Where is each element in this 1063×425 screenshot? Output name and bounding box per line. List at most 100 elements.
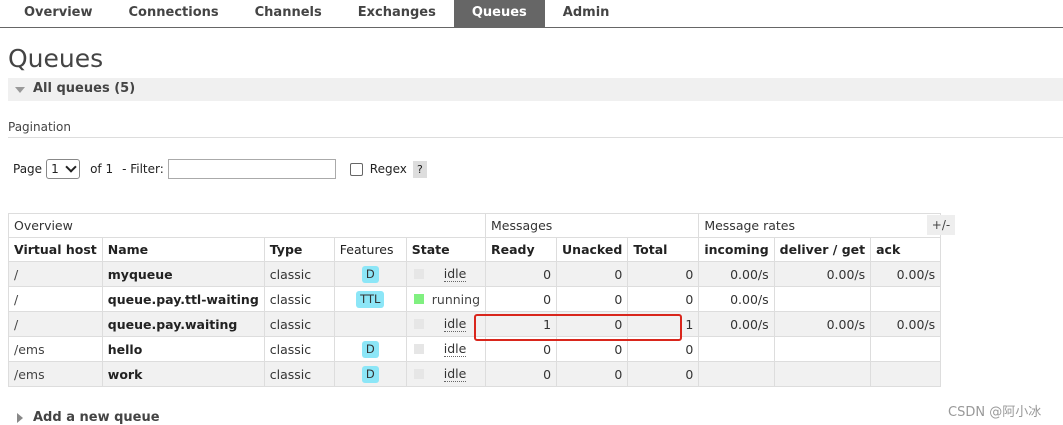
cell-incoming: 0.00/s bbox=[698, 261, 775, 287]
triangle-down-icon bbox=[15, 87, 25, 93]
state-indicator-icon bbox=[413, 319, 424, 329]
feature-badge: TTL bbox=[356, 290, 385, 308]
add-queue-label: Add a new queue bbox=[33, 410, 160, 425]
cell-incoming bbox=[698, 336, 775, 362]
cell-incoming: 0.00/s bbox=[698, 311, 775, 337]
pagination-label: Pagination bbox=[8, 120, 71, 134]
page-select[interactable]: 1 bbox=[46, 159, 81, 179]
cell-unacked: 0 bbox=[556, 361, 629, 387]
queue-name-link[interactable]: queue.pay.waiting bbox=[101, 311, 265, 337]
cell-unacked: 0 bbox=[556, 286, 629, 312]
cell-state: idle bbox=[405, 261, 487, 287]
queue-name-link[interactable]: work bbox=[101, 361, 265, 387]
cell-deliver-get: 0.00/s bbox=[773, 311, 872, 337]
regex-help-button[interactable]: ? bbox=[412, 160, 427, 178]
chevron-down-icon bbox=[65, 161, 77, 173]
page-title: Queues bbox=[8, 44, 104, 73]
cell-total: 0 bbox=[627, 286, 700, 312]
cell-ready: 0 bbox=[485, 286, 558, 312]
state-indicator-icon bbox=[413, 369, 424, 379]
queues-table: Overview Messages Message rates Virtual … bbox=[7, 213, 942, 387]
cell-features: D bbox=[333, 261, 407, 287]
page-label: Page bbox=[13, 162, 43, 176]
cell-deliver-get bbox=[773, 286, 872, 312]
filter-label: - Filter: bbox=[122, 162, 164, 176]
table-row: / myqueue classic D idle 0 0 0 0.00/s 0.… bbox=[8, 261, 942, 287]
tab-overview[interactable]: Overview bbox=[0, 0, 111, 27]
cell-incoming: 0.00/s bbox=[698, 286, 775, 312]
nav-divider bbox=[0, 27, 1063, 28]
pagination-controls: Page 1 of 1 - Filter: Regex ? bbox=[13, 157, 427, 181]
col-features: Features bbox=[333, 237, 407, 262]
col-ready[interactable]: Ready bbox=[485, 237, 558, 262]
col-incoming[interactable]: incoming bbox=[698, 237, 775, 262]
cell-type: classic bbox=[263, 286, 335, 312]
cell-type: classic bbox=[263, 361, 335, 387]
cell-total: 0 bbox=[627, 261, 700, 287]
col-name[interactable]: Name bbox=[101, 237, 265, 262]
cell-features: D bbox=[333, 336, 407, 362]
cell-vhost: / bbox=[8, 286, 103, 312]
add-queue-toggle[interactable]: Add a new queue bbox=[17, 410, 160, 425]
cell-ack bbox=[870, 361, 942, 387]
cell-ack: 0.00/s bbox=[870, 311, 942, 337]
col-type[interactable]: Type bbox=[263, 237, 335, 262]
col-total[interactable]: Total bbox=[627, 237, 700, 262]
cell-total: 0 bbox=[627, 361, 700, 387]
triangle-right-icon bbox=[17, 412, 23, 423]
top-nav: Overview Connections Channels Exchanges … bbox=[0, 0, 627, 27]
all-queues-section-toggle[interactable]: All queues (5) bbox=[8, 78, 1063, 101]
filter-input[interactable] bbox=[167, 159, 336, 179]
tab-admin[interactable]: Admin bbox=[545, 0, 628, 27]
cell-ready: 0 bbox=[485, 261, 558, 287]
cell-ready: 0 bbox=[485, 361, 558, 387]
col-deliver-get[interactable]: deliver / get bbox=[773, 237, 872, 262]
table-row: /ems work classic D idle 0 0 0 bbox=[8, 361, 942, 387]
table-row: / queue.pay.ttl-waiting classic TTL runn… bbox=[8, 286, 942, 312]
cell-features: D bbox=[333, 361, 407, 387]
cell-features bbox=[333, 311, 407, 337]
section-title: All queues (5) bbox=[33, 81, 136, 96]
queue-name-link[interactable]: queue.pay.ttl-waiting bbox=[101, 286, 265, 312]
queue-name-link[interactable]: myqueue bbox=[101, 261, 265, 287]
cell-state: idle bbox=[405, 336, 487, 362]
tab-queues[interactable]: Queues bbox=[453, 0, 545, 27]
queue-name-link[interactable]: hello bbox=[101, 336, 265, 362]
col-virtual-host[interactable]: Virtual host bbox=[8, 237, 103, 262]
state-text: idle bbox=[443, 265, 467, 282]
col-unacked[interactable]: Unacked bbox=[556, 237, 629, 262]
cell-deliver-get bbox=[773, 361, 872, 387]
cell-ack bbox=[870, 336, 942, 362]
col-state[interactable]: State bbox=[405, 237, 487, 262]
state-indicator-icon bbox=[413, 269, 424, 279]
cell-features: TTL bbox=[333, 286, 407, 312]
tab-exchanges[interactable]: Exchanges bbox=[340, 0, 454, 27]
feature-badge: D bbox=[361, 340, 379, 358]
col-ack[interactable]: ack bbox=[870, 237, 942, 262]
cell-ack bbox=[870, 286, 942, 312]
feature-badge: D bbox=[361, 265, 379, 283]
group-overview: Overview bbox=[7, 213, 487, 238]
regex-checkbox[interactable] bbox=[349, 162, 363, 176]
columns-toggle-button[interactable]: +/- bbox=[927, 215, 955, 235]
cell-vhost: / bbox=[8, 311, 103, 337]
cell-vhost: /ems bbox=[8, 361, 103, 387]
regex-label: Regex bbox=[369, 162, 407, 176]
tab-connections[interactable]: Connections bbox=[111, 0, 237, 27]
state-text: running bbox=[431, 291, 481, 307]
tab-channels[interactable]: Channels bbox=[237, 0, 340, 27]
cell-vhost: /ems bbox=[8, 336, 103, 362]
page-of-label: of 1 bbox=[90, 162, 114, 176]
group-messages: Messages bbox=[485, 213, 700, 238]
highlight-annotation bbox=[474, 314, 682, 341]
state-text: idle bbox=[443, 315, 467, 332]
cell-state: running bbox=[405, 286, 487, 312]
cell-incoming bbox=[698, 361, 775, 387]
state-text: idle bbox=[443, 365, 467, 382]
cell-type: classic bbox=[263, 336, 335, 362]
feature-badge: D bbox=[361, 365, 379, 383]
cell-unacked: 0 bbox=[556, 261, 629, 287]
state-indicator-icon bbox=[413, 294, 424, 304]
watermark: CSDN @阿小冰 bbox=[948, 405, 1042, 420]
state-indicator-icon bbox=[413, 344, 424, 354]
